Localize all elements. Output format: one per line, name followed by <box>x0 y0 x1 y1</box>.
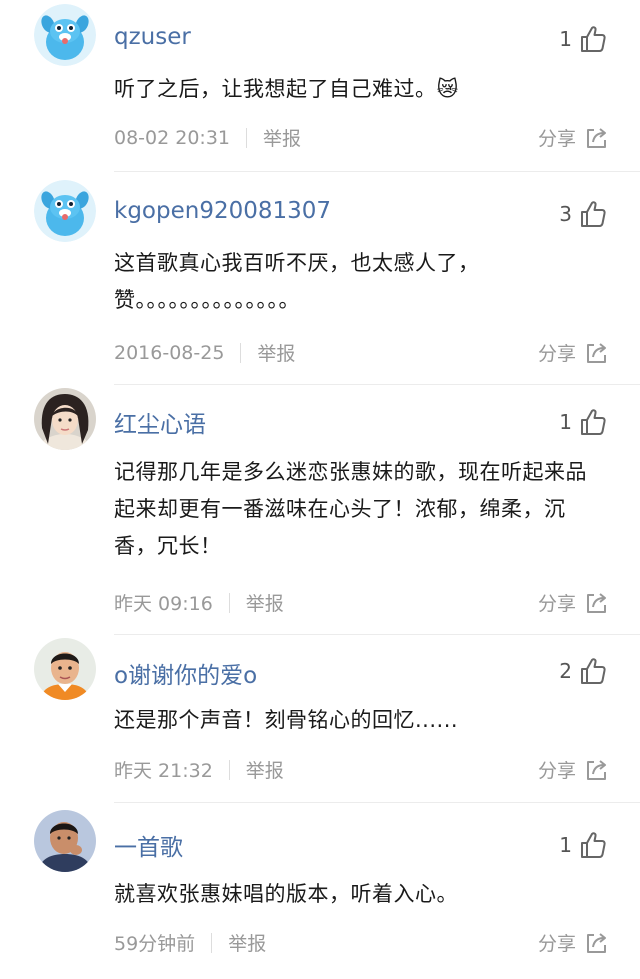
username[interactable]: o谢谢你的爱o <box>114 656 257 690</box>
username[interactable]: 红尘心语 <box>114 405 206 439</box>
share-icon <box>584 930 610 956</box>
timestamp: 昨天 09:16 <box>114 593 213 615</box>
report-button[interactable]: 举报 <box>228 929 266 956</box>
separator <box>240 342 242 363</box>
share-button[interactable]: 分享 <box>538 756 610 783</box>
thumbs-up-icon <box>578 656 608 686</box>
share-icon <box>584 590 610 616</box>
comment-text: 听了之后，让我想起了自己难过。😿 <box>114 77 459 101</box>
share-button[interactable]: 分享 <box>538 124 610 151</box>
comment-text: 记得那几年是多么迷恋张惠妹的歌，现在听起来品起来却更有一番滋味在心头了！浓郁，绵… <box>114 460 587 558</box>
separator <box>228 592 230 613</box>
separator <box>211 932 213 953</box>
timestamp: 08-02 20:31 <box>114 126 231 149</box>
comment-meta: 2016-08-25 举报 <box>114 339 295 366</box>
comment-text: 还是那个声音！刻骨铭心的回忆...... <box>114 708 459 732</box>
comment-text: 这首歌真心我百听不厌，也太感人了，赞。。。。。。。。。。。。。。 <box>114 251 480 312</box>
report-button[interactable]: 举报 <box>246 589 284 616</box>
share-button[interactable]: 分享 <box>538 929 610 956</box>
avatar[interactable] <box>34 388 96 450</box>
like-button[interactable]: 1 <box>559 407 608 437</box>
share-label: 分享 <box>537 128 576 150</box>
share-icon <box>584 125 610 151</box>
avatar[interactable] <box>34 180 96 242</box>
divider <box>114 171 640 172</box>
share-label: 分享 <box>537 933 576 955</box>
report-button[interactable]: 举报 <box>263 124 301 151</box>
comment-meta: 59分钟前 举报 <box>114 929 266 956</box>
share-label: 分享 <box>537 343 576 365</box>
divider <box>114 384 640 385</box>
separator <box>228 759 230 780</box>
like-button[interactable]: 2 <box>559 656 608 686</box>
timestamp: 2016-08-25 <box>114 341 225 364</box>
report-button[interactable]: 举报 <box>257 339 295 366</box>
thumbs-up-icon <box>578 199 608 229</box>
like-count: 2 <box>559 659 572 683</box>
timestamp: 昨天 21:32 <box>114 760 213 782</box>
timestamp: 59分钟前 <box>114 933 196 955</box>
username[interactable]: qzuser <box>114 24 191 50</box>
share-button[interactable]: 分享 <box>538 589 610 616</box>
share-icon <box>584 340 610 366</box>
like-count: 1 <box>559 410 572 434</box>
username[interactable]: 一首歌 <box>114 828 183 862</box>
thumbs-up-icon <box>578 407 608 437</box>
share-button[interactable]: 分享 <box>538 339 610 366</box>
username[interactable]: kgopen920081307 <box>114 198 331 224</box>
comment-meta: 昨天 21:32 举报 <box>114 756 284 783</box>
thumbs-up-icon <box>578 830 608 860</box>
like-button[interactable]: 1 <box>559 24 608 54</box>
report-button[interactable]: 举报 <box>246 756 284 783</box>
like-count: 1 <box>559 833 572 857</box>
like-button[interactable]: 3 <box>559 199 608 229</box>
comment-meta: 08-02 20:31 举报 <box>114 124 301 151</box>
comment-meta: 昨天 09:16 举报 <box>114 589 284 616</box>
avatar[interactable] <box>34 810 96 872</box>
like-count: 3 <box>559 202 572 226</box>
divider <box>114 634 640 635</box>
comment-text: 就喜欢张惠妹唱的版本，听着入心。 <box>114 882 458 906</box>
share-label: 分享 <box>537 760 576 782</box>
share-label: 分享 <box>537 593 576 615</box>
like-button[interactable]: 1 <box>559 830 608 860</box>
avatar[interactable] <box>34 4 96 66</box>
separator <box>246 127 248 148</box>
divider <box>114 802 640 803</box>
thumbs-up-icon <box>578 24 608 54</box>
share-icon <box>584 757 610 783</box>
like-count: 1 <box>559 27 572 51</box>
avatar[interactable] <box>34 638 96 700</box>
